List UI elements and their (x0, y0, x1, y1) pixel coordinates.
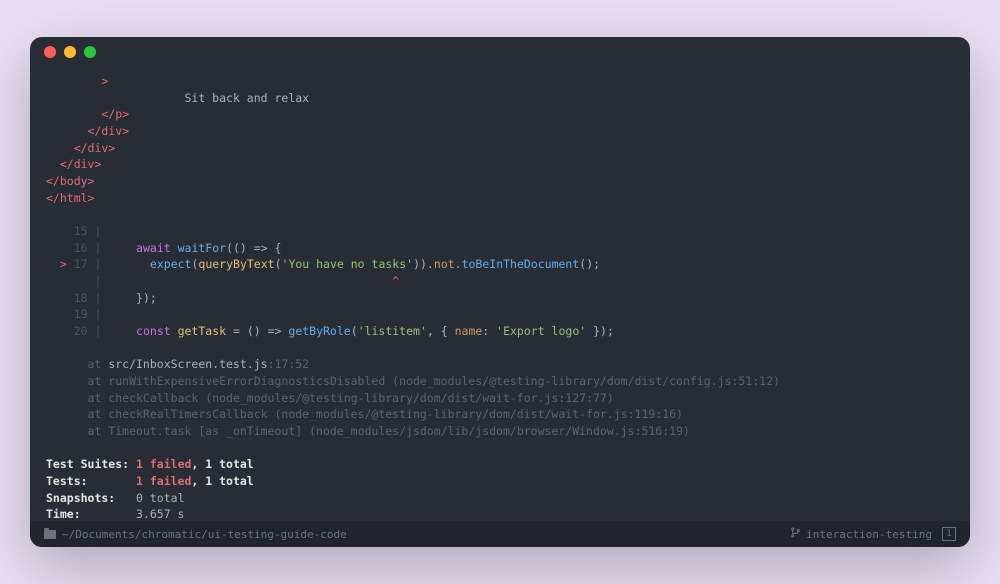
html-line: </body> (46, 174, 94, 188)
git-branch-indicator[interactable]: interaction-testing (790, 527, 932, 541)
terminal-window: > Sit back and relax </p> </div> </div> … (30, 37, 970, 547)
statusbar-left: ~/Documents/chromatic/ui-testing-guide-c… (44, 528, 347, 541)
titlebar (30, 37, 970, 67)
branch-icon (790, 527, 801, 541)
minimize-button[interactable] (64, 46, 76, 58)
branch-name: interaction-testing (806, 528, 932, 541)
html-dump: > Sit back and relax </p> </div> </div> … (46, 74, 309, 205)
cwd-path: ~/Documents/chromatic/ui-testing-guide-c… (62, 528, 347, 541)
stack-trace: at src/InboxScreen.test.js:17:52 at runW… (46, 357, 780, 438)
html-line: </html> (46, 191, 94, 205)
html-line: > (46, 74, 108, 88)
folder-icon (44, 530, 56, 539)
code-context: 15 | 16 | await waitFor(() => { > 17 | e… (46, 224, 614, 338)
html-line: </div> (46, 141, 115, 155)
html-line: </div> (46, 157, 101, 171)
html-line: Sit back and relax (46, 91, 309, 105)
tab-count-indicator[interactable]: 1 (942, 527, 956, 541)
html-line: </div> (46, 124, 129, 138)
statusbar-right: interaction-testing 1 (790, 527, 956, 541)
html-line: </p> (46, 107, 129, 121)
statusbar: ~/Documents/chromatic/ui-testing-guide-c… (30, 521, 970, 547)
test-summary: Test Suites: 1 failed, 1 total Tests: 1 … (46, 457, 358, 521)
maximize-button[interactable] (84, 46, 96, 58)
error-caret: ^ (392, 274, 399, 288)
close-button[interactable] (44, 46, 56, 58)
terminal-output[interactable]: > Sit back and relax </p> </div> </div> … (30, 67, 970, 521)
